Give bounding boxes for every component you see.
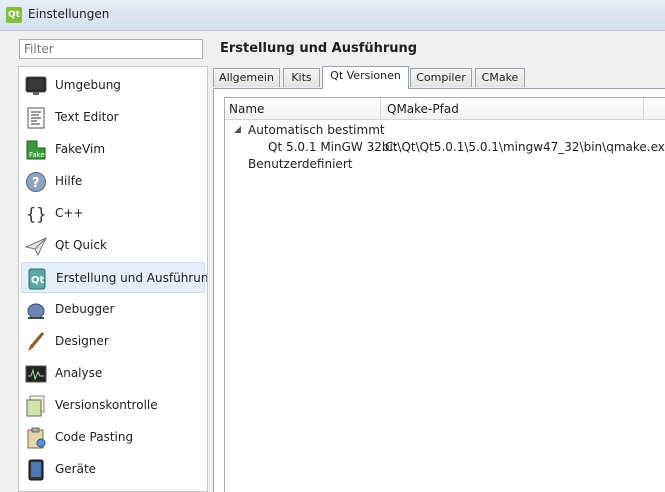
category-label: Code Pasting bbox=[55, 430, 134, 444]
svg-text:?: ? bbox=[32, 176, 40, 191]
category-item-code-pasting[interactable]: Code Pasting bbox=[21, 422, 205, 453]
title-bar: Qt Einstellungen bbox=[0, 0, 665, 31]
paper-plane-icon bbox=[25, 237, 47, 257]
qt-version-name: Qt 5.0.1 MinGW 32bit bbox=[268, 140, 398, 154]
tab-compiler[interactable]: Compiler bbox=[410, 68, 472, 87]
column-separator[interactable] bbox=[380, 98, 381, 119]
tab-cmake[interactable]: CMake bbox=[475, 68, 525, 87]
category-item-umgebung[interactable]: Umgebung bbox=[21, 70, 205, 101]
svg-text:{}: {} bbox=[26, 205, 46, 225]
category-item-debugger[interactable]: Debugger bbox=[21, 294, 205, 325]
oscilloscope-icon bbox=[25, 365, 47, 383]
filter-input[interactable] bbox=[19, 39, 203, 59]
fakevim-icon: Fake bbox=[26, 140, 46, 160]
window-title: Einstellungen bbox=[28, 7, 110, 21]
brush-icon bbox=[28, 332, 45, 351]
tab-allgemein[interactable]: Allgemein bbox=[213, 68, 280, 87]
category-item-cpp[interactable]: {} C++ bbox=[21, 198, 205, 229]
column-header-name[interactable]: Name bbox=[229, 102, 264, 116]
category-label: Analyse bbox=[55, 366, 103, 380]
category-item-analyse[interactable]: Analyse bbox=[21, 358, 205, 389]
category-label: Umgebung bbox=[55, 78, 121, 92]
tree-group-row-auto[interactable]: Automatisch bestimmt bbox=[225, 122, 665, 139]
column-header-qmake-path[interactable]: QMake-Pfad bbox=[387, 102, 459, 116]
page-title: Erstellung und Ausführung bbox=[220, 41, 418, 56]
tab-bar: Allgemein Kits Qt Versionen Compiler CMa… bbox=[213, 66, 665, 89]
category-item-designer[interactable]: Designer bbox=[21, 326, 205, 357]
category-label: FakeVim bbox=[55, 142, 106, 156]
category-label: Geräte bbox=[55, 462, 97, 476]
qt-versions-tree[interactable]: Name QMake-Pfad Automatisch bestimmt Qt … bbox=[224, 97, 665, 492]
category-panel: Umgebung Text Editor Fake FakeVim ? H bbox=[15, 33, 209, 492]
help-icon: ? bbox=[26, 172, 46, 192]
category-item-fakevim[interactable]: Fake FakeVim bbox=[21, 134, 205, 165]
category-label: Debugger bbox=[55, 302, 115, 316]
qmake-path: C:\Qt\Qt5.0.1\5.0.1\mingw47_32\bin\qmake… bbox=[385, 140, 665, 154]
category-label: Designer bbox=[55, 334, 109, 348]
category-item-erstellung-und-ausfuehrung[interactable]: Qt Erstellung und Ausführung bbox=[21, 262, 208, 293]
column-separator[interactable] bbox=[643, 98, 644, 119]
category-label: Versionskontrolle bbox=[55, 398, 158, 412]
category-item-hilfe[interactable]: ? Hilfe bbox=[21, 166, 205, 197]
tab-kits[interactable]: Kits bbox=[283, 68, 320, 87]
clipboard-icon bbox=[27, 427, 46, 449]
expand-triangle-icon[interactable] bbox=[233, 125, 243, 135]
category-item-text-editor[interactable]: Text Editor bbox=[21, 102, 205, 133]
tree-row-qt-version[interactable]: Qt 5.0.1 MinGW 32bit C:\Qt\Qt5.0.1\5.0.1… bbox=[225, 139, 665, 156]
device-icon bbox=[28, 459, 44, 481]
version-control-icon bbox=[26, 395, 45, 417]
bug-icon bbox=[27, 303, 45, 319]
category-label: Qt Quick bbox=[55, 238, 107, 252]
qt-creator-app-icon: Qt bbox=[6, 7, 22, 23]
group-label: Automatisch bestimmt bbox=[248, 123, 385, 137]
category-label: C++ bbox=[55, 206, 84, 220]
category-list: Umgebung Text Editor Fake FakeVim ? Hilf… bbox=[18, 66, 208, 492]
group-label: Benutzerdefiniert bbox=[248, 157, 353, 171]
tab-qt-versionen[interactable]: Qt Versionen bbox=[322, 66, 409, 89]
category-item-geraete[interactable]: Geräte bbox=[21, 454, 205, 485]
category-item-versionskontrolle[interactable]: Versionskontrolle bbox=[21, 390, 205, 421]
text-document-icon bbox=[27, 107, 45, 129]
category-label: Erstellung und Ausführung bbox=[56, 271, 208, 285]
braces-icon: {} bbox=[26, 205, 46, 225]
category-item-qt-quick[interactable]: Qt Quick bbox=[21, 230, 205, 261]
category-label: Text Editor bbox=[55, 110, 119, 124]
tree-group-row-manual[interactable]: Benutzerdefiniert bbox=[225, 156, 665, 173]
svg-text:Qt: Qt bbox=[31, 275, 45, 286]
tree-header: Name QMake-Pfad bbox=[225, 98, 665, 120]
svg-text:Fake: Fake bbox=[29, 151, 45, 159]
qt-build-icon: Qt bbox=[28, 268, 46, 290]
monitor-icon bbox=[25, 76, 47, 95]
category-label: Hilfe bbox=[55, 174, 83, 188]
